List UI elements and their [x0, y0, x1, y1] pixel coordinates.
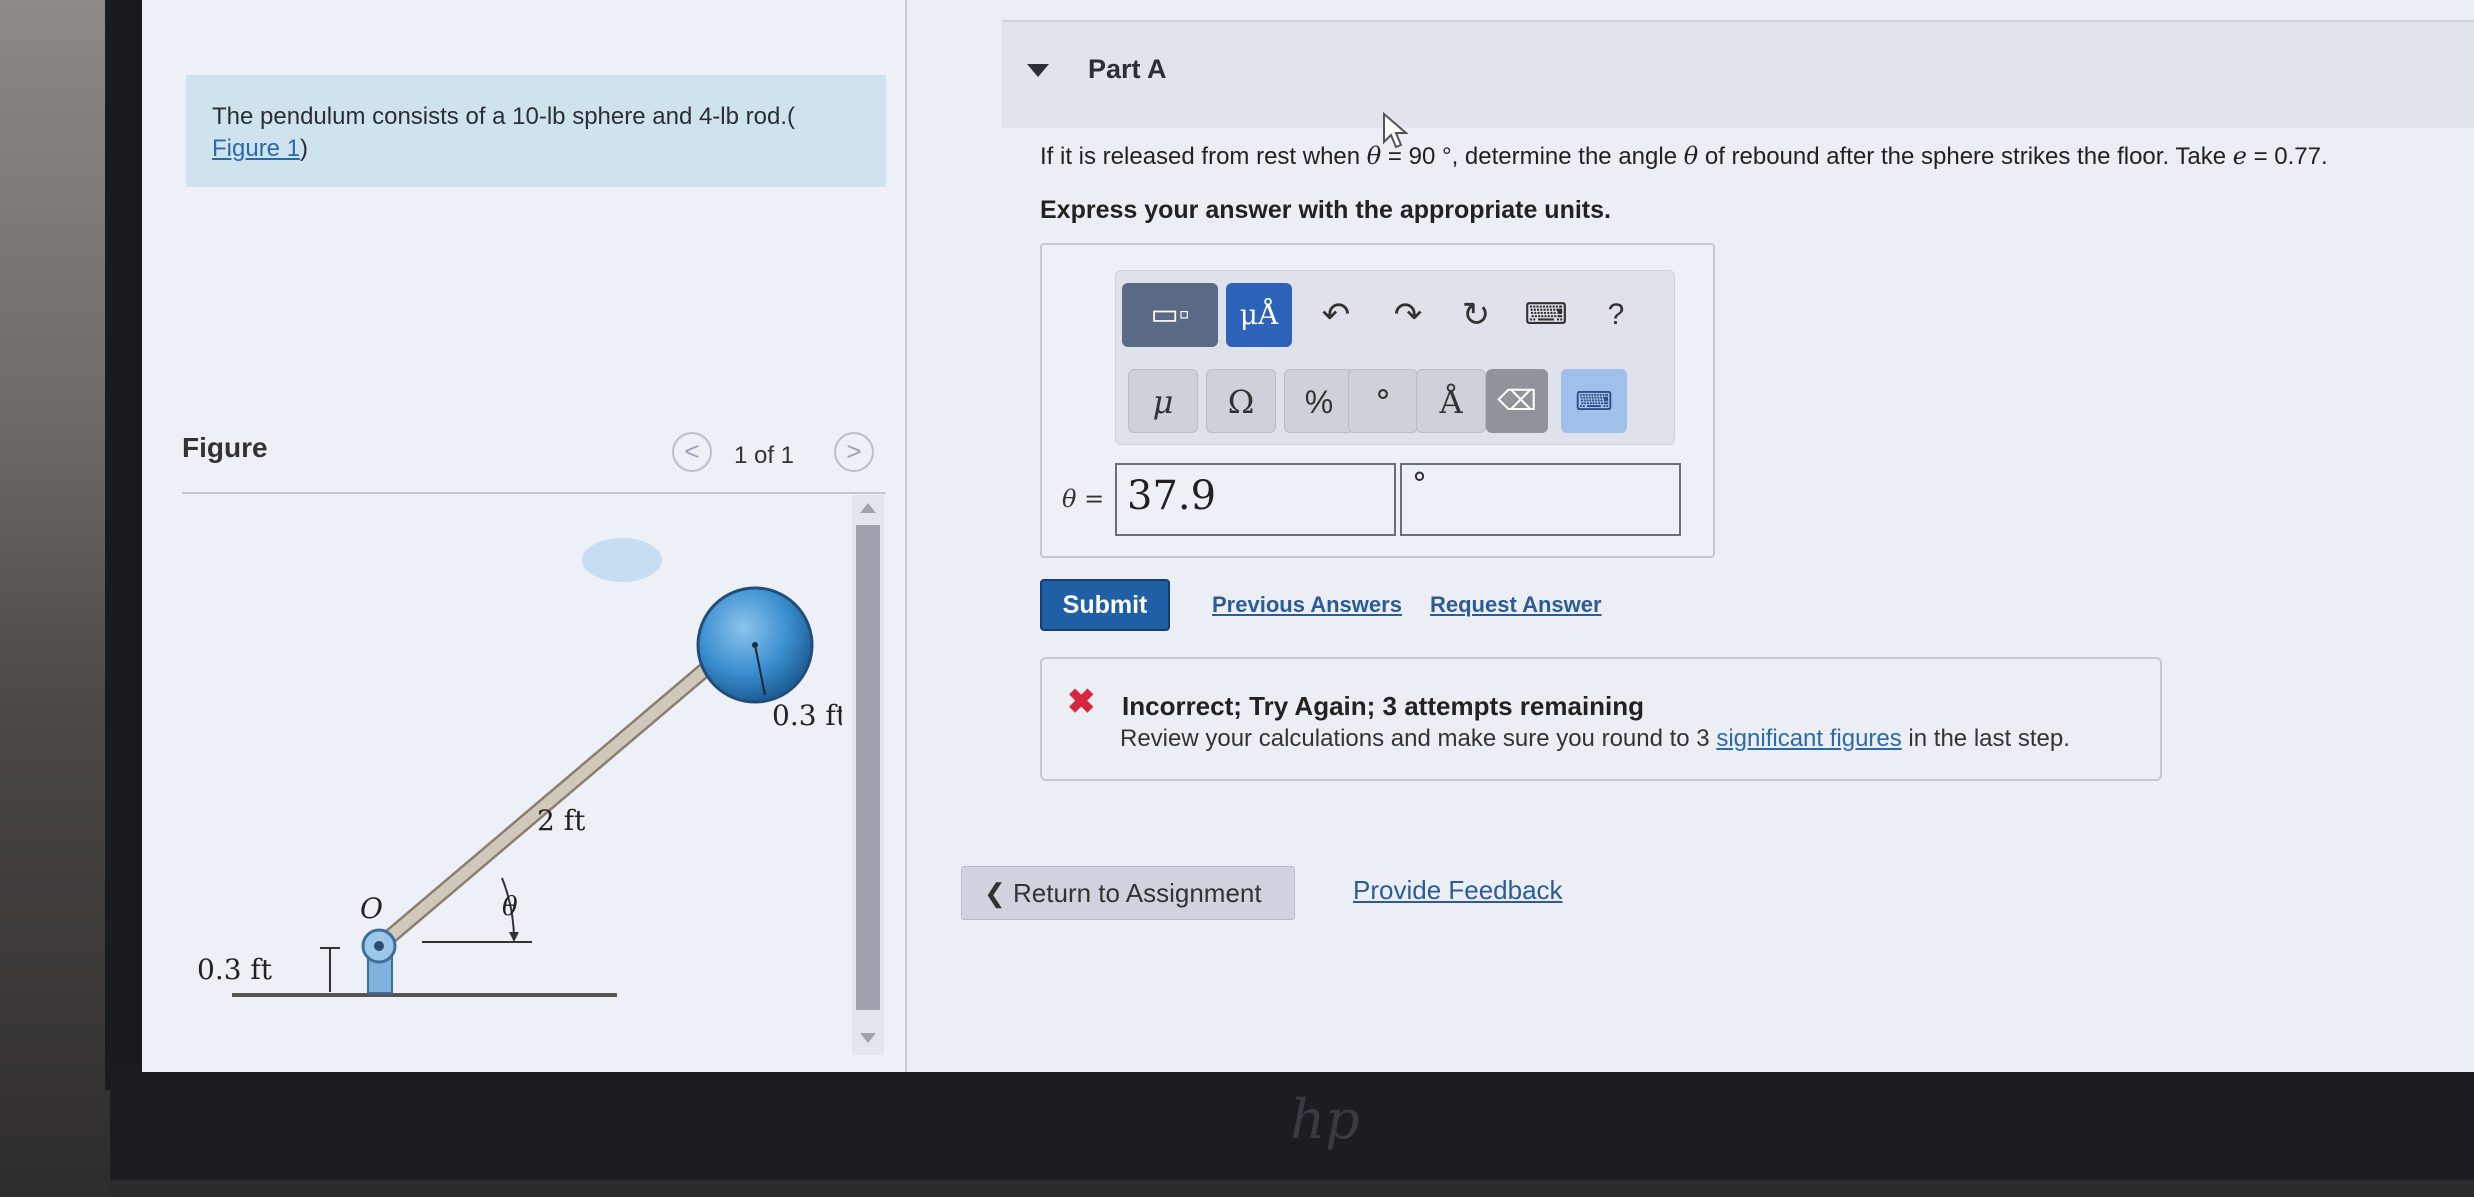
pivot-point-label: O — [360, 892, 383, 925]
mu-button[interactable]: μ — [1128, 369, 1198, 433]
motion-blur — [582, 538, 662, 582]
left-panel: The pendulum consists of a 10-lb sphere … — [142, 0, 907, 1072]
units-button[interactable]: μÅ — [1226, 283, 1292, 347]
angle-arrow — [509, 932, 519, 942]
question-end: = 0.77. — [2246, 143, 2328, 170]
prev-figure-button[interactable]: < — [672, 432, 712, 472]
incorrect-x-icon: ✖ — [1067, 683, 1096, 721]
keyboard-icon[interactable]: ⌨ — [1516, 283, 1576, 347]
previous-answers-link[interactable]: Previous Answers — [1212, 592, 1402, 618]
figure-scrollbar[interactable] — [852, 495, 884, 1055]
reset-icon[interactable]: ↻ — [1446, 283, 1506, 347]
provide-feedback-link[interactable]: Provide Feedback — [1353, 875, 1563, 906]
figure-link[interactable]: Figure 1 — [212, 135, 300, 162]
figure-title: Figure — [182, 432, 268, 463]
pendulum-diagram: 0.3 ft 2 ft 0.3 ft O θ — [197, 538, 848, 997]
percent-button[interactable]: % — [1284, 369, 1354, 433]
angstrom-button[interactable]: Å — [1416, 369, 1486, 433]
units-input[interactable]: ° — [1400, 463, 1681, 536]
right-panel: Part A If it is released from rest when … — [907, 0, 2474, 1072]
submit-button[interactable]: Submit — [1040, 579, 1170, 631]
question-pre: If it is released from rest when — [1040, 143, 1367, 170]
omega-button[interactable]: Ω — [1206, 369, 1276, 433]
laptop-bezel-left — [105, 0, 145, 1090]
question-post: of rebound after the sphere strikes the … — [1698, 143, 2233, 170]
sphere-center — [752, 642, 758, 648]
templates-button[interactable]: ▭▫ — [1122, 283, 1218, 347]
value-input[interactable]: 37.9 — [1115, 463, 1396, 536]
question-mid: = 90 °, determine the angle — [1381, 143, 1684, 170]
part-title: Part A — [1088, 54, 1167, 84]
help-button[interactable]: ? — [1586, 283, 1646, 347]
collapse-caret-icon[interactable] — [1027, 64, 1049, 77]
degree-button[interactable]: ° — [1348, 369, 1418, 433]
chevron-left-icon: ❮ — [984, 878, 1006, 908]
hp-logo: hp — [1290, 1088, 1360, 1151]
feedback-text-post: in the last step. — [1901, 725, 2070, 752]
scroll-down-arrow[interactable] — [860, 1033, 876, 1043]
pivot-height-label: 0.3 ft — [197, 953, 273, 986]
return-to-assignment-button[interactable]: ❮ Return to Assignment — [961, 866, 1295, 920]
redo-icon[interactable]: ↷ — [1378, 283, 1438, 347]
answer-label: θ = — [1062, 485, 1105, 513]
significant-figures-link[interactable]: significant figures — [1716, 725, 1901, 752]
scroll-thumb[interactable] — [856, 525, 880, 1010]
instruction-text: Express your answer with the appropriate… — [1040, 196, 1611, 224]
math-toolbar: ▭▫ μÅ ↶ ↷ ↻ ⌨ ? μ Ω % ° Å ⌫ ⌨ — [1115, 270, 1675, 445]
angle-label: θ — [502, 892, 518, 922]
request-answer-link[interactable]: Request Answer — [1430, 592, 1602, 618]
question-text: If it is released from rest when θ = 90 … — [1040, 142, 2328, 171]
pendulum-figure: 0.3 ft 2 ft 0.3 ft O θ — [182, 500, 848, 1060]
keyboard-toggle-icon[interactable]: ⌨ — [1561, 369, 1627, 433]
e-var: e — [2232, 142, 2247, 170]
backspace-icon[interactable]: ⌫ — [1486, 369, 1548, 433]
problem-statement: The pendulum consists of a 10-lb sphere … — [186, 75, 886, 187]
pivot-center — [374, 941, 384, 951]
feedback-text: Review your calculations and make sure y… — [1120, 725, 2070, 753]
browser-screen: The pendulum consists of a 10-lb sphere … — [142, 0, 2474, 1072]
feedback-box: ✖ Incorrect; Try Again; 3 attempts remai… — [1040, 657, 2162, 781]
figure-header: Figure < 1 of 1 > — [182, 432, 886, 494]
undo-icon[interactable]: ↶ — [1306, 283, 1366, 347]
theta-var-2: θ — [1683, 142, 1699, 170]
rod-length-label: 2 ft — [537, 804, 586, 837]
return-label: Return to Assignment — [1013, 878, 1262, 908]
scroll-up-arrow[interactable] — [860, 503, 876, 513]
next-figure-button[interactable]: > — [834, 432, 874, 472]
part-header[interactable]: Part A — [1002, 20, 2474, 128]
feedback-text-pre: Review your calculations and make sure y… — [1120, 725, 1717, 752]
theta-var: θ — [1366, 142, 1382, 170]
laptop-hinge — [110, 1180, 2474, 1197]
figure-pager-text: 1 of 1 — [733, 442, 794, 469]
close-paren: ) — [300, 135, 309, 162]
sphere-radius-label: 0.3 ft — [772, 699, 842, 732]
feedback-title: Incorrect; Try Again; 3 attempts remaini… — [1122, 691, 1645, 721]
answer-box: ▭▫ μÅ ↶ ↷ ↻ ⌨ ? μ Ω % ° Å ⌫ ⌨ θ = 37.9 ° — [1040, 243, 1715, 558]
problem-text: The pendulum consists of a 10-lb sphere … — [212, 103, 795, 130]
